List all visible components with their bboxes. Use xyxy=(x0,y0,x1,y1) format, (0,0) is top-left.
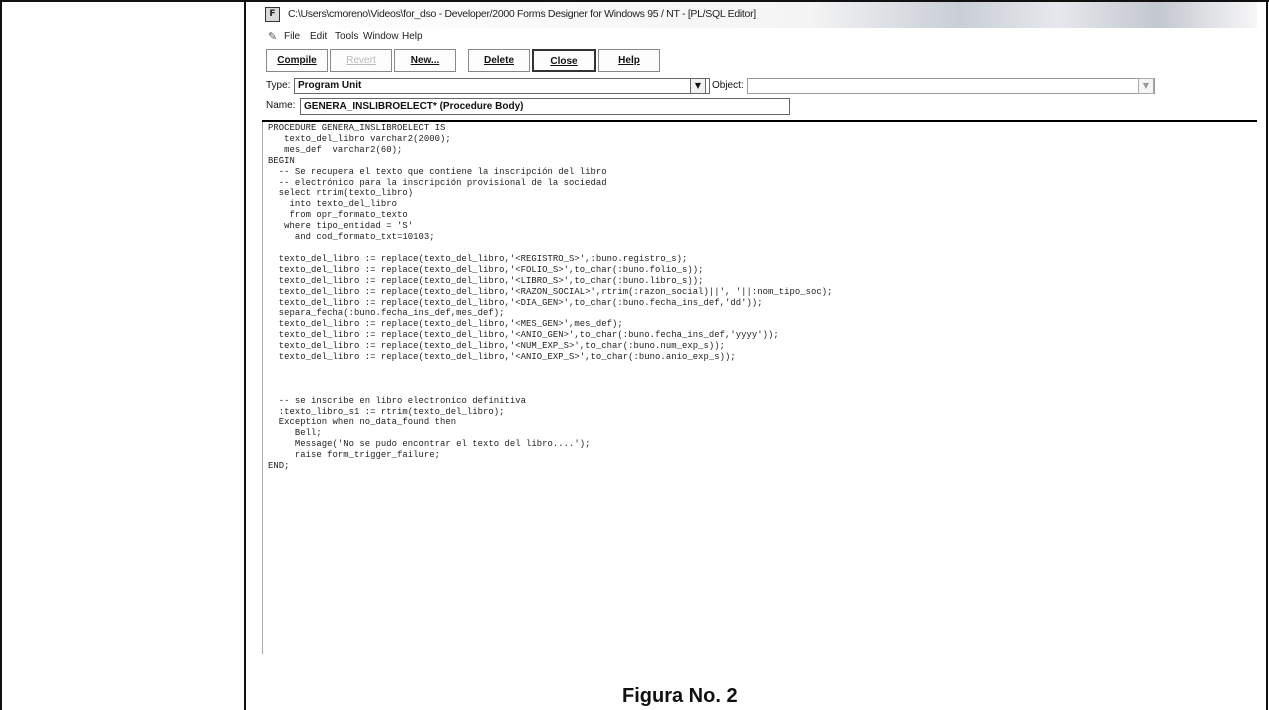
type-dropdown-icon[interactable]: ▼ xyxy=(690,78,706,94)
code-line[interactable]: BEGIN xyxy=(268,156,832,167)
code-line[interactable]: texto_del_libro := replace(texto_del_lib… xyxy=(268,265,832,276)
new-button[interactable]: New... xyxy=(394,49,456,72)
menu-help[interactable]: Help xyxy=(402,31,423,42)
name-label: Name: xyxy=(266,100,296,111)
menu-edit[interactable]: Edit xyxy=(310,31,327,42)
object-label: Object: xyxy=(712,80,744,91)
name-field[interactable]: GENERA_INSLIBROELECT* (Procedure Body) xyxy=(300,98,790,115)
code-line[interactable]: -- Se recupera el texto que contiene la … xyxy=(268,167,832,178)
code-line[interactable]: into texto_del_libro xyxy=(268,199,832,210)
code-line[interactable]: -- electrónico para la inscripción provi… xyxy=(268,178,832,189)
code-line[interactable]: texto_del_libro := replace(texto_del_lib… xyxy=(268,287,833,298)
title-bar[interactable]: F C:\Users\cmoreno\Videos\for_dso - Deve… xyxy=(262,2,1257,28)
code-line[interactable] xyxy=(268,243,832,254)
code-line[interactable]: from opr_formato_texto xyxy=(268,210,832,221)
table-border-right xyxy=(1266,0,1268,710)
code-line[interactable]: texto_del_libro := replace(texto_del_lib… xyxy=(268,319,832,330)
table-border-divider xyxy=(244,0,246,710)
menu-window[interactable]: Window xyxy=(363,31,399,42)
type-label: Type: xyxy=(266,80,291,91)
forms-designer-window: F C:\Users\cmoreno\Videos\for_dso - Deve… xyxy=(262,2,1257,654)
code-line[interactable]: PROCEDURE GENERA_INSLIBROELECT IS xyxy=(268,123,832,134)
forms-app-icon[interactable]: F xyxy=(265,7,280,22)
type-select[interactable]: Program Unit xyxy=(294,78,710,94)
code-line[interactable]: Message('No se pudo encontrar el texto d… xyxy=(268,439,832,450)
code-line[interactable]: Exception when no_data_found then xyxy=(268,417,832,428)
code-line[interactable] xyxy=(268,363,832,374)
code-line[interactable]: separa_fecha(:buno.fecha_ins_def,mes_def… xyxy=(268,308,832,319)
menu-bar: ✎ File Edit Tools Window Help xyxy=(262,28,1257,46)
code-line[interactable]: texto_del_libro := replace(texto_del_lib… xyxy=(268,330,832,341)
code-line[interactable]: texto_del_libro := replace(texto_del_lib… xyxy=(268,341,832,352)
code-line[interactable]: select rtrim(texto_libro) xyxy=(268,188,832,199)
code-line[interactable]: texto_del_libro := replace(texto_del_lib… xyxy=(268,352,832,363)
help-button[interactable]: Help xyxy=(598,49,660,72)
code-line[interactable]: texto_del_libro := replace(texto_del_lib… xyxy=(268,298,832,309)
name-row: Name: GENERA_INSLIBROELECT* (Procedure B… xyxy=(266,98,1253,116)
code-line[interactable]: texto_del_libro := replace(texto_del_lib… xyxy=(268,276,832,287)
revert-button[interactable]: Revert xyxy=(330,49,392,72)
code-line[interactable] xyxy=(268,374,832,385)
code-line[interactable]: raise form_trigger_failure; xyxy=(268,450,832,461)
code-line[interactable]: mes_def varchar2(60); xyxy=(268,145,832,156)
code-text[interactable]: PROCEDURE GENERA_INSLIBROELECT IS texto_… xyxy=(268,123,832,472)
table-border-left xyxy=(0,0,2,710)
menu-tools[interactable]: Tools xyxy=(335,31,358,42)
close-button[interactable]: Close xyxy=(532,49,596,72)
code-line[interactable]: END; xyxy=(268,461,832,472)
compile-button[interactable]: Compile xyxy=(266,49,328,72)
code-line[interactable]: -- se inscribe en libro electronico defi… xyxy=(268,396,832,407)
code-line[interactable]: Bell; xyxy=(268,428,832,439)
forms-menu-icon[interactable]: ✎ xyxy=(268,30,277,43)
delete-button[interactable]: Delete xyxy=(468,49,530,72)
object-select[interactable] xyxy=(747,78,1155,94)
code-line[interactable]: texto_del_libro := replace(texto_del_lib… xyxy=(268,254,832,265)
code-line[interactable]: texto_del_libro varchar2(2000); xyxy=(268,134,832,145)
type-row: Type: Program Unit ▼ Object: ▼ xyxy=(266,78,1253,95)
code-line[interactable]: :texto_libro_s1 := rtrim(texto_del_libro… xyxy=(268,407,832,418)
object-dropdown-icon[interactable]: ▼ xyxy=(1138,78,1154,94)
editor-toolbar: Compile Revert New... Delete Close Help xyxy=(266,49,786,73)
plsql-code-editor[interactable]: PROCEDURE GENERA_INSLIBROELECT IS texto_… xyxy=(262,122,1257,654)
menu-file[interactable]: File xyxy=(284,31,300,42)
window-title: C:\Users\cmoreno\Videos\for_dso - Develo… xyxy=(288,8,756,20)
editor-border xyxy=(262,122,263,654)
figure-caption: Figura No. 2 xyxy=(622,685,738,707)
code-line[interactable] xyxy=(268,385,832,396)
code-line[interactable]: where tipo_entidad = 'S' xyxy=(268,221,832,232)
code-line[interactable]: and cod_formato_txt=10103; xyxy=(268,232,832,243)
